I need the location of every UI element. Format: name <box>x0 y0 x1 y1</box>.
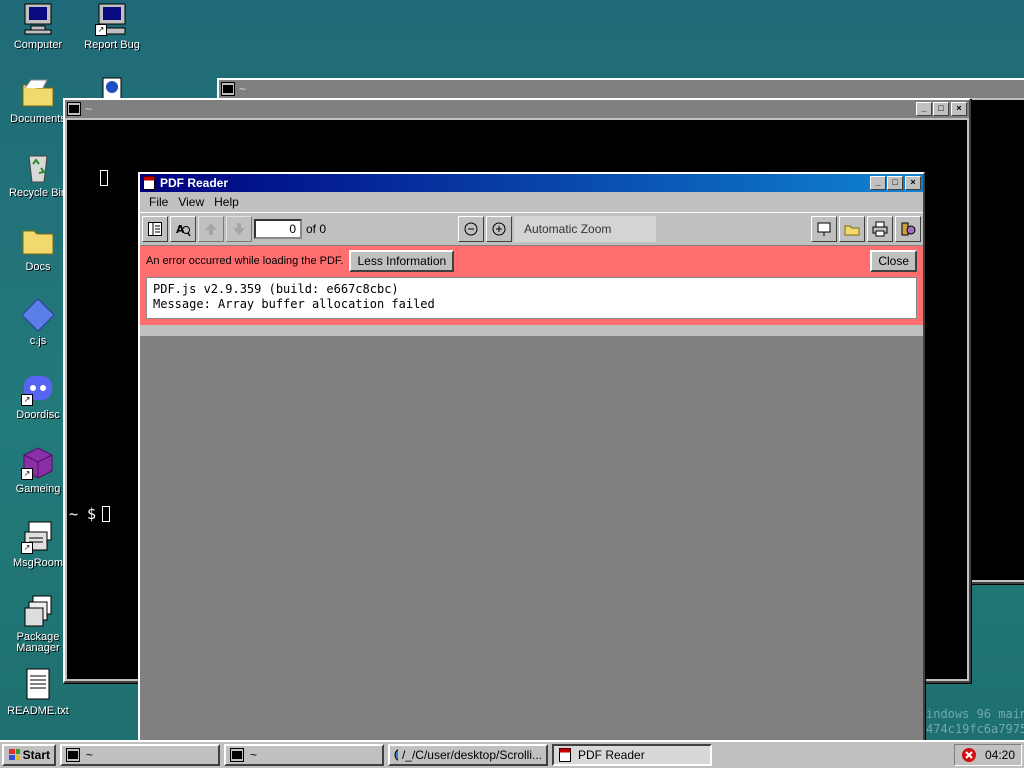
arrow-down-icon <box>233 223 245 235</box>
system-tray: 04:20 <box>953 744 1022 766</box>
terminal-icon <box>66 748 80 762</box>
menu-file[interactable]: File <box>144 195 173 209</box>
game-cube-icon: ↗ <box>21 446 55 480</box>
windows-logo-icon <box>9 749 20 760</box>
page-total: of 0 <box>306 222 327 236</box>
menu-view[interactable]: View <box>173 195 209 209</box>
next-page-button[interactable] <box>226 216 252 242</box>
globe-icon <box>394 749 398 761</box>
report-bug-icon: ↗ <box>95 2 129 36</box>
terminal-titlebar[interactable]: ~ <box>219 80 1024 98</box>
printer-icon <box>872 221 888 237</box>
close-button[interactable]: × <box>905 176 921 190</box>
svg-text:A: A <box>176 223 185 236</box>
document-viewer[interactable] <box>140 336 923 746</box>
error-close-button[interactable]: Close <box>870 250 917 272</box>
presentation-mode-button[interactable] <box>811 216 837 242</box>
minimize-button[interactable]: _ <box>870 176 886 190</box>
taskbar: Start ~ ~ /_/C/user/desktop/Scrolli... P… <box>0 740 1024 768</box>
taskbar-item-pdf-reader[interactable]: PDF Reader <box>552 744 712 766</box>
desktop-icon-report-bug[interactable]: ↗ Report Bug <box>75 2 149 51</box>
error-details[interactable]: PDF.js v2.9.359 (build: e667c8cbc) Messag… <box>146 277 917 319</box>
terminal-icon <box>230 748 244 762</box>
zoom-out-icon <box>464 222 478 236</box>
taskbar-item-browser[interactable]: /_/C/user/desktop/Scrolli... <box>388 744 548 766</box>
less-information-button[interactable]: Less Information <box>349 250 455 272</box>
pdf-icon <box>142 176 156 190</box>
zoom-out-button[interactable] <box>458 216 484 242</box>
package-manager-icon <box>21 594 55 628</box>
computer-icon <box>21 2 55 36</box>
desktop-watermark: indows 96 main 474c19fc6a7975 <box>926 707 1024 736</box>
pdf-icon <box>559 748 571 762</box>
cursor <box>102 506 111 522</box>
minimize-button[interactable]: _ <box>916 102 932 116</box>
error-icon[interactable] <box>961 747 977 763</box>
text-file-icon <box>21 668 55 702</box>
folder-icon <box>21 76 55 110</box>
pdf-reader-window[interactable]: PDF Reader _ □ × File View Help A 0 of 0 <box>138 172 925 748</box>
print-button[interactable] <box>867 216 893 242</box>
msgroom-icon: ↗ <box>21 520 55 554</box>
discord-icon: ↗ <box>21 372 55 406</box>
close-button[interactable]: × <box>951 102 967 116</box>
maximize-button[interactable]: □ <box>887 176 903 190</box>
taskbar-item-terminal-2[interactable]: ~ <box>224 744 384 766</box>
terminal-icon <box>67 102 81 116</box>
find-icon: A <box>176 223 191 237</box>
pdf-toolbar: A 0 of 0 Automatic Zoom <box>140 212 923 246</box>
tools-button[interactable] <box>895 216 921 242</box>
recycle-bin-icon <box>21 150 55 184</box>
error-banner: An error occurred while loading the PDF.… <box>140 246 923 325</box>
desktop-icon-computer[interactable]: Computer <box>1 2 75 51</box>
sidebar-icon <box>148 222 162 236</box>
taskbar-item-terminal-1[interactable]: ~ <box>60 744 220 766</box>
terminal-titlebar[interactable]: ~ _ □ × <box>65 100 969 118</box>
find-button[interactable]: A <box>170 216 196 242</box>
open-folder-icon <box>844 225 860 236</box>
arrow-up-icon <box>205 223 217 235</box>
prompt-line: ~ $ <box>69 505 111 523</box>
presentation-icon <box>817 222 831 236</box>
js-file-icon <box>21 298 55 332</box>
page-number-input[interactable]: 0 <box>254 219 302 239</box>
tools-icon <box>901 222 916 236</box>
cursor <box>100 170 108 186</box>
zoom-in-icon <box>492 222 506 236</box>
open-file-button[interactable] <box>839 216 865 242</box>
maximize-button[interactable]: □ <box>933 102 949 116</box>
start-button[interactable]: Start <box>2 744 56 766</box>
zoom-in-button[interactable] <box>486 216 512 242</box>
pdf-reader-titlebar[interactable]: PDF Reader _ □ × <box>140 174 923 192</box>
sidebar-toggle-button[interactable] <box>142 216 168 242</box>
previous-page-button[interactable] <box>198 216 224 242</box>
menu-bar: File View Help <box>140 192 923 212</box>
menu-help[interactable]: Help <box>209 195 244 209</box>
zoom-select[interactable]: Automatic Zoom <box>514 216 656 242</box>
error-message: An error occurred while loading the PDF. <box>146 255 344 267</box>
terminal-icon <box>221 82 235 96</box>
clock[interactable]: 04:20 <box>985 748 1015 762</box>
folder-icon <box>21 224 55 258</box>
